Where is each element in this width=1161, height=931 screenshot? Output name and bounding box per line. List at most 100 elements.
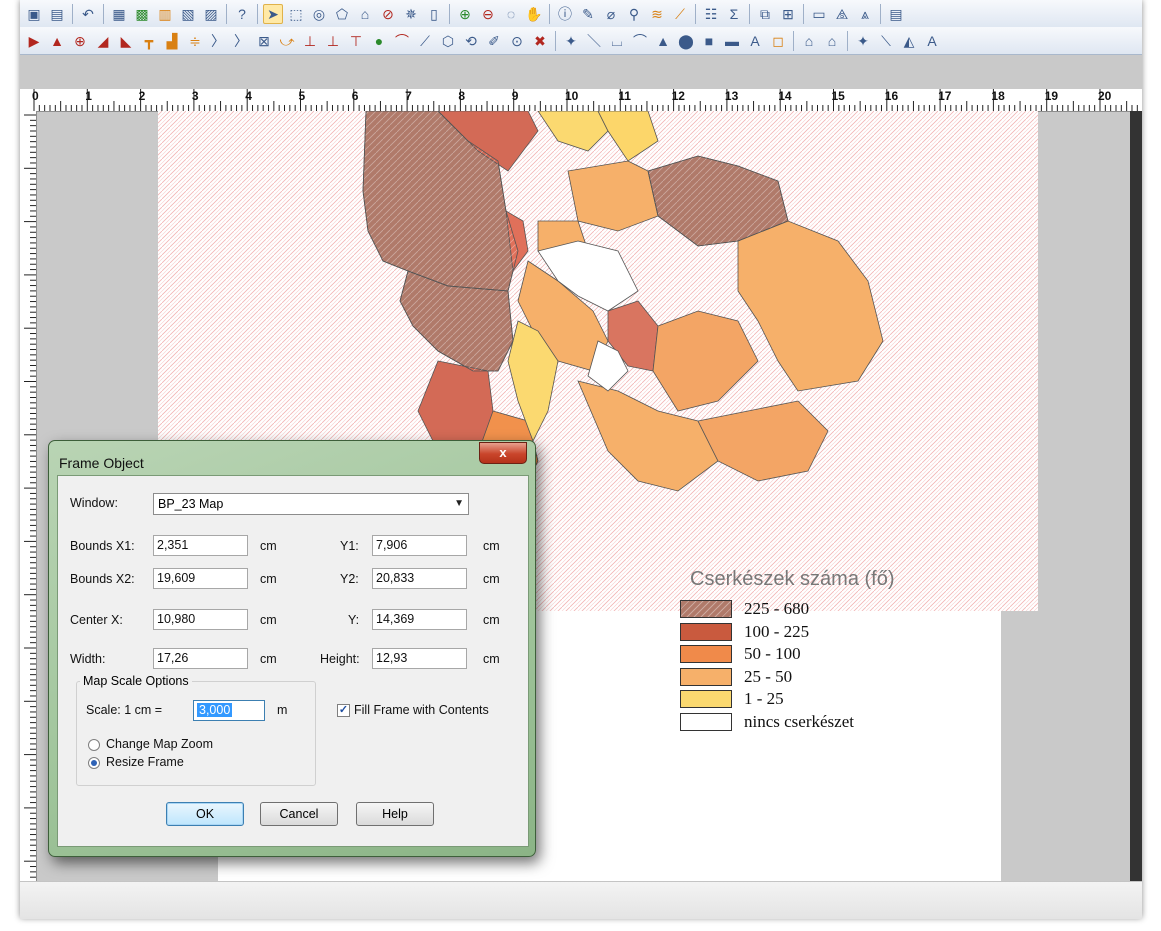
polygon-icon[interactable]: ⬡ xyxy=(438,31,458,51)
zoom-in-icon[interactable]: ⊕ xyxy=(455,4,475,24)
legend-label: 25 - 50 xyxy=(744,666,793,686)
copy-icon[interactable]: ▣ xyxy=(24,4,44,24)
redistrict-icon[interactable]: ▨ xyxy=(201,4,221,24)
center-y-field[interactable]: 14,369 xyxy=(372,609,467,630)
height-field[interactable]: 12,93 xyxy=(372,648,467,669)
layout-icon[interactable]: ▤ xyxy=(886,4,906,24)
y2-field[interactable]: 20,833 xyxy=(372,568,467,589)
erase-icon[interactable]: ⟲ xyxy=(461,31,481,51)
label-tool-icon[interactable]: ✎ xyxy=(578,4,598,24)
frame-icon[interactable]: ⊠ xyxy=(254,31,274,51)
window-select[interactable]: BP_23 Map ▼ xyxy=(153,493,469,515)
ruler-icon[interactable]: ⟋ xyxy=(670,4,690,24)
ok-button[interactable]: OK xyxy=(166,802,244,826)
arc-icon[interactable]: ⌒ xyxy=(392,31,412,51)
polyline-tool-icon[interactable]: ⌴ xyxy=(607,31,627,51)
radius-select-icon[interactable]: ◎ xyxy=(309,4,329,24)
delete-x-icon[interactable]: ✖ xyxy=(530,31,550,51)
scale-bar-icon[interactable]: ⧌ xyxy=(832,4,852,24)
undo-icon[interactable]: ↶ xyxy=(78,4,98,24)
new-mapper-icon[interactable]: ▩ xyxy=(132,4,152,24)
rectangle-tool-icon[interactable]: ■ xyxy=(699,31,719,51)
text-tool-icon[interactable]: A xyxy=(745,31,765,51)
y1-field[interactable]: 7,906 xyxy=(372,535,467,556)
triangle-icon[interactable]: ▲ xyxy=(47,31,67,51)
toolbar-separator xyxy=(803,3,804,24)
unit-label: cm xyxy=(260,539,277,553)
stairs-icon[interactable]: ≑ xyxy=(185,31,205,51)
new-browser-icon[interactable]: ▦ xyxy=(109,4,129,24)
invert-selection-icon[interactable]: ✵ xyxy=(401,4,421,24)
add-node-icon[interactable]: ⊤ xyxy=(346,31,366,51)
fill-frame-checkbox[interactable]: ✓ xyxy=(337,704,350,717)
t-shape-icon[interactable]: ┳ xyxy=(139,31,159,51)
unit-label: cm xyxy=(483,572,500,586)
statistics-icon[interactable]: Σ xyxy=(724,4,744,24)
chevron-right-icon[interactable]: 〉 xyxy=(231,31,251,51)
marquee-select-icon[interactable]: ⬚ xyxy=(286,4,306,24)
ellipse-tool-icon[interactable]: ⬤ xyxy=(676,31,696,51)
building-icon[interactable]: ▟ xyxy=(162,31,182,51)
polygon-select-icon[interactable]: ⬠ xyxy=(332,4,352,24)
center-x-field[interactable]: 10,980 xyxy=(153,609,248,630)
polygon-tool-icon[interactable]: ▲ xyxy=(653,31,673,51)
change-zoom-radio[interactable] xyxy=(88,739,100,751)
symbol-style-icon[interactable]: ✦ xyxy=(853,31,873,51)
paste-icon[interactable]: ▤ xyxy=(47,4,67,24)
width-field[interactable]: 17,26 xyxy=(153,648,248,669)
layer-control-icon[interactable]: ≋ xyxy=(647,4,667,24)
select-arrow-icon[interactable]: ➤ xyxy=(263,3,283,24)
new-grapher-icon[interactable]: ▥ xyxy=(155,4,175,24)
help-button[interactable]: Help xyxy=(356,802,434,826)
change-view-icon[interactable]: ◌ xyxy=(501,4,521,24)
scale-field[interactable]: 3,000 xyxy=(193,700,265,721)
resize-frame-radio[interactable] xyxy=(88,757,100,769)
info-tool-icon[interactable]: ⓘ xyxy=(555,4,575,24)
unselect-all-icon[interactable]: ⊘ xyxy=(378,4,398,24)
line-icon[interactable]: ＼ xyxy=(584,31,604,51)
set-target-icon[interactable]: ⊞ xyxy=(778,4,798,24)
clip-region-icon[interactable]: ⧉ xyxy=(755,4,775,24)
pen-icon[interactable]: ✐ xyxy=(484,31,504,51)
boundary-select-icon[interactable]: ⌂ xyxy=(355,4,375,24)
cancel-button[interactable]: Cancel xyxy=(260,802,338,826)
symbol-icon[interactable]: ✦ xyxy=(561,31,581,51)
offset-icon[interactable]: ⊥ xyxy=(323,31,343,51)
help-icon[interactable]: ? xyxy=(232,4,252,24)
chevron-left-icon[interactable]: 〉 xyxy=(208,31,228,51)
region-style-icon[interactable]: ◭ xyxy=(899,31,919,51)
frame-tool-icon[interactable]: ◻ xyxy=(768,31,788,51)
legend-label: 100 - 225 xyxy=(744,621,810,641)
crosshair-icon[interactable]: ⊕ xyxy=(70,31,90,51)
hotlink-icon[interactable]: ⚲ xyxy=(624,4,644,24)
ruler-label: 13 xyxy=(724,89,739,103)
graph-select-icon[interactable]: ▯ xyxy=(424,4,444,24)
arrow-right-icon[interactable]: ▶ xyxy=(24,31,44,51)
unit-label: cm xyxy=(483,539,500,553)
new-layout-icon[interactable]: ▧ xyxy=(178,4,198,24)
line-style-icon[interactable]: ⟍ xyxy=(876,31,896,51)
hill-icon[interactable]: ◣ xyxy=(116,31,136,51)
north-arrow-icon[interactable]: ⩓ xyxy=(855,4,875,24)
vertical-scrollbar[interactable] xyxy=(1130,111,1142,881)
drag-map-icon[interactable]: ⌀ xyxy=(601,4,621,24)
grabber-hand-icon[interactable]: ✋ xyxy=(524,4,544,24)
polyline-icon[interactable]: ⟋ xyxy=(415,31,435,51)
zoom-out-icon[interactable]: ⊖ xyxy=(478,4,498,24)
bounds-x1-field[interactable]: 2,351 xyxy=(153,535,248,556)
rounded-rect-tool-icon[interactable]: ▬ xyxy=(722,31,742,51)
reshape-tool-icon[interactable]: ⌂ xyxy=(799,31,819,51)
info-circle-icon[interactable]: ⊙ xyxy=(507,31,527,51)
buffer-icon[interactable]: ⊥ xyxy=(300,31,320,51)
text-style-icon[interactable]: A xyxy=(922,31,942,51)
double-triangle-icon[interactable]: ◢ xyxy=(93,31,113,51)
map-scale-options-label: Map Scale Options xyxy=(80,674,192,688)
arc-tool-icon[interactable]: ⌒ xyxy=(630,31,650,51)
show-hide-icon[interactable]: ▭ xyxy=(809,4,829,24)
close-button[interactable]: x xyxy=(479,442,527,464)
legend-icon[interactable]: ☷ xyxy=(701,4,721,24)
bounds-x2-field[interactable]: 19,609 xyxy=(153,568,248,589)
reshape-icon[interactable]: ⤻ xyxy=(277,31,297,51)
circle-fill-icon[interactable]: ● xyxy=(369,31,389,51)
add-node-tool-icon[interactable]: ⌂ xyxy=(822,31,842,51)
